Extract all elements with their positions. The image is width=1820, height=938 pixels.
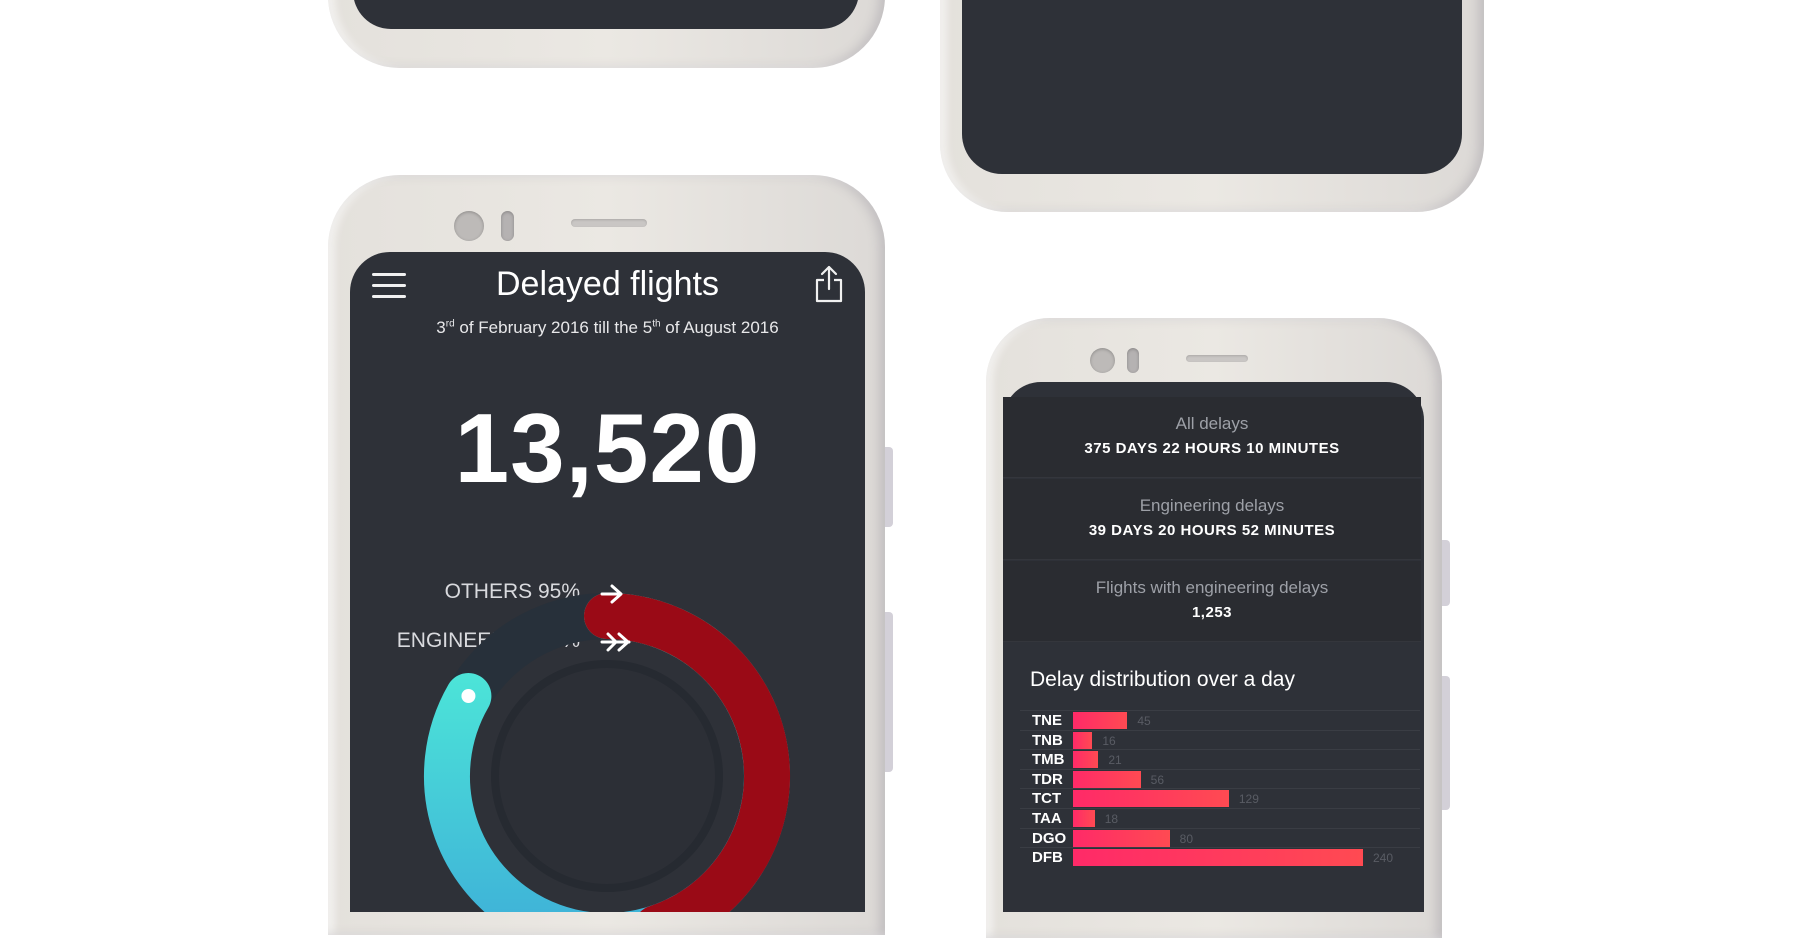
bar: [1073, 751, 1099, 769]
bar-value-label: 240: [1373, 851, 1394, 866]
stat-label: All delays: [1175, 414, 1249, 433]
bar: [1073, 770, 1141, 788]
bar-value-label: 18: [1104, 812, 1119, 826]
bar-row: DFB 240: [1020, 847, 1420, 867]
bar: [1073, 810, 1095, 827]
stat-value: 39 DAYS 20 HOURS 52 MINUTES: [1088, 522, 1336, 539]
share-icon[interactable]: [814, 265, 844, 303]
bar-value-label: 56: [1150, 772, 1165, 787]
stat-value: 1,253: [1191, 604, 1233, 621]
phone-main-button: [885, 447, 893, 527]
bar: [1073, 790, 1229, 808]
bar-value-label: 21: [1108, 753, 1122, 768]
phone-stats-button: [1442, 676, 1450, 810]
phone-main-button: [885, 612, 893, 772]
bar-row: DGO 80: [1020, 827, 1420, 848]
bar-row: TCT 129: [1020, 788, 1420, 808]
bar-row: TDR 56: [1020, 768, 1420, 789]
phone-top-right-screen: [962, 0, 1462, 174]
ring-end-dot-others: [461, 689, 476, 703]
bar-value-label: 80: [1179, 831, 1194, 846]
bar-row: TMB 21: [1020, 749, 1420, 769]
phone-stats-camera: [1090, 348, 1115, 373]
phone-main-speaker: [571, 219, 647, 227]
phone-main-sensor: [501, 211, 514, 241]
stat-label: Engineering delays: [1139, 496, 1285, 515]
bar: [1073, 829, 1170, 847]
bar: [1073, 712, 1128, 729]
bar-value-label: 129: [1238, 792, 1259, 807]
date-range: 3rd of February 2016 till the 5th of Aug…: [436, 318, 779, 337]
phone-main-camera: [454, 211, 484, 241]
bar-value-label: 45: [1137, 714, 1151, 728]
stat-value: 375 DAYS 22 HOURS 10 MINUTES: [1084, 440, 1340, 457]
ring-inner-disc: [491, 660, 723, 892]
phone-top-right: [940, 0, 1484, 212]
bar-chart-title: Delay distribution over a day: [1030, 668, 1295, 691]
stat-flights-engineering: Flights with engineering delays 1,253: [1003, 561, 1421, 642]
phone-stats-sensor: [1127, 348, 1139, 373]
bar-row: TNE 45: [1020, 710, 1420, 730]
phone-stats-speaker: [1186, 355, 1248, 362]
stat-engineering-delays: Engineering delays 39 DAYS 20 HOURS 52 M…: [1003, 479, 1421, 560]
delay-ring-chart: [423, 584, 791, 912]
bar-row: TNB 16: [1020, 729, 1420, 750]
phone-stats-button: [1442, 540, 1450, 606]
stat-all-delays: All delays 375 DAYS 22 HOURS 10 MINUTES: [1003, 397, 1421, 478]
bar-row: TAA 18: [1020, 808, 1420, 828]
phone-top-left: [328, 0, 885, 68]
bar: [1073, 731, 1093, 749]
bar-value-label: 16: [1102, 733, 1116, 748]
total-delayed-count: 13,520: [454, 393, 761, 503]
page-title: Delayed flights: [495, 265, 719, 303]
phone-top-left-screen: [353, 0, 859, 29]
bar: [1073, 849, 1363, 867]
stat-label: Flights with engineering delays: [1095, 578, 1329, 597]
